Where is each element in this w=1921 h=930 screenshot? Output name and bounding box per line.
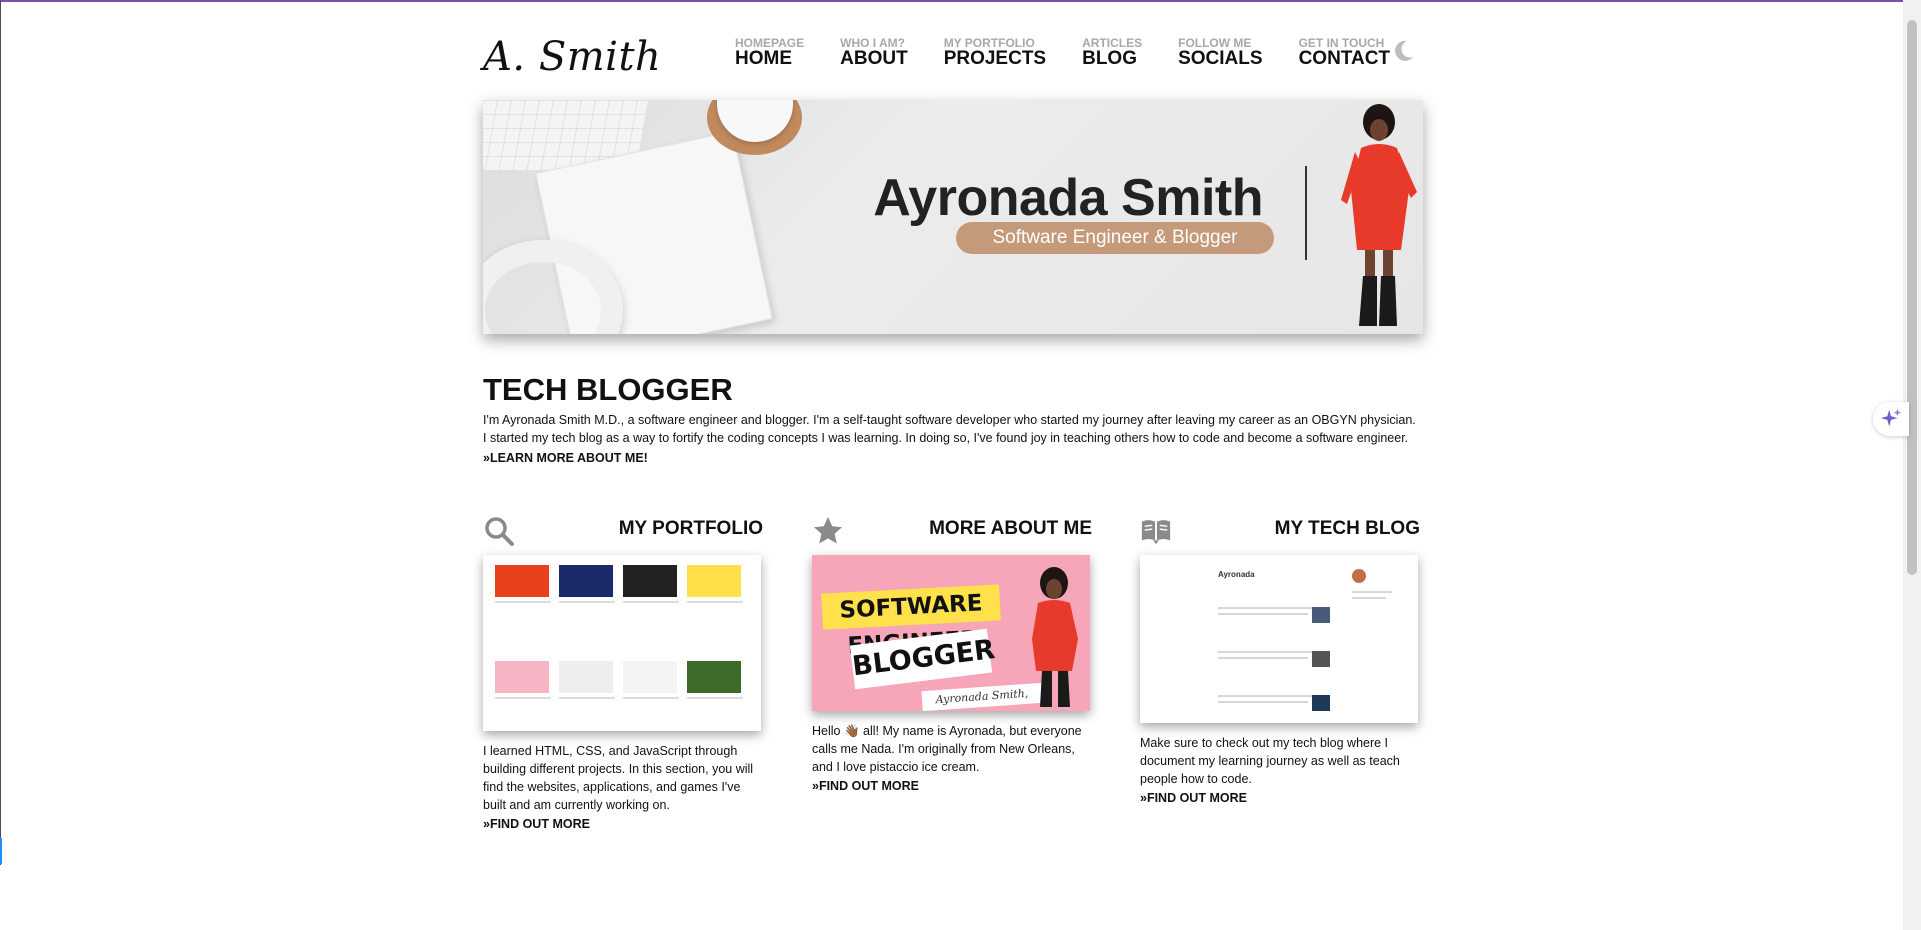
blog-thumb-image [1312,695,1330,711]
project-caption [559,601,615,623]
nav-label: SOCIALS [1178,48,1263,69]
about-thumb-line1: SOFTWARE ENGINEER [821,584,1001,659]
hero-banner: Ayronada Smith Software Engineer & Blogg… [483,100,1423,334]
card-title: MY PORTFOLIO [618,518,763,539]
nav-label: PROJECTS [943,48,1047,69]
project-caption [687,601,743,623]
nav-item-blog[interactable]: ARTICLES BLOG [1082,37,1142,69]
portfolio-find-out-more-link[interactable]: »FIND OUT MORE [483,817,763,831]
nav-item-projects[interactable]: MY PORTFOLIO PROJECTS [944,37,1046,69]
star-icon [814,517,842,544]
blog-thumb-heading: Ayronada [1218,570,1255,579]
blog-find-out-more-link[interactable]: »FIND OUT MORE [1140,791,1420,805]
card-description: Hello 👋🏾 all! My name is Ayronada, but e… [812,724,1082,774]
card-description: Make sure to check out my tech blog wher… [1140,736,1400,786]
project-caption [623,697,679,719]
book-open-icon [1141,520,1171,545]
learn-more-link[interactable]: »LEARN MORE ABOUT ME! [483,451,648,465]
nav-label: BLOG [1082,48,1137,69]
project-caption [687,697,743,719]
blog-thumbnail[interactable]: Ayronada [1140,555,1418,723]
nav-item-contact[interactable]: GET IN TOUCH CONTACT [1299,37,1390,69]
moon-icon[interactable] [1390,38,1416,64]
card-title: MORE ABOUT ME [929,518,1092,539]
project-tile [687,565,741,597]
card-description: I learned HTML, CSS, and JavaScript thro… [483,744,754,812]
card-header: MY PORTFOLIO [483,510,763,550]
blog-card: MY TECH BLOG Ayronada Make sure to check… [1140,510,1420,805]
blog-thumb-line [1218,613,1308,615]
blog-thumb-image [1312,607,1330,623]
nav-label: ABOUT [840,48,908,69]
about-thumbnail[interactable]: SOFTWARE ENGINEER BLOGGER Ayronada Smith… [812,555,1090,711]
sparkle-icon [1880,408,1902,427]
hero-tagline: Software Engineer & Blogger [956,222,1274,254]
site-logo[interactable]: A. Smith [483,34,661,80]
left-edge-line [0,0,1,865]
about-card: MORE ABOUT ME SOFTWARE ENGINEER BLOGGER … [812,510,1092,793]
project-caption [495,601,551,623]
intro-text: I'm Ayronada Smith M.D., a software engi… [483,413,1416,445]
project-tile [559,565,613,597]
nav-item-socials[interactable]: FOLLOW ME SOCIALS [1178,37,1262,69]
portfolio-thumbnail[interactable] [483,555,761,731]
page-scrollbar[interactable] [1903,0,1921,930]
project-caption [623,601,679,623]
hero-divider [1305,166,1307,260]
project-tile [495,661,549,693]
top-accent-line [0,0,1921,2]
search-icon [485,517,514,546]
project-tile [559,661,613,693]
project-tile [495,565,549,597]
card-title: MY TECH BLOG [1274,518,1420,539]
blog-thumb-line [1218,701,1308,703]
blog-thumb-line [1352,591,1392,593]
about-find-out-more-link[interactable]: »FIND OUT MORE [812,779,1092,793]
project-tile [623,565,677,597]
nav-label: HOME [735,48,792,69]
sparkle-assistant-button[interactable] [1873,402,1909,436]
scrollbar-thumb[interactable] [1907,20,1917,575]
blog-thumb-line [1352,597,1386,599]
card-header: MORE ABOUT ME [812,510,1092,550]
blog-thumb-avatar [1352,569,1366,583]
intro-title: TECH BLOGGER [483,372,733,407]
blog-thumb-line [1218,657,1308,659]
hero-name: Ayronada Smith [873,169,1263,227]
project-caption [559,697,615,719]
hero-portrait [1341,104,1417,326]
project-tile [687,661,741,693]
portfolio-card: MY PORTFOLIO I learned HTML, CSS, and Ja… [483,510,763,831]
nav-item-home[interactable]: HOMEPAGE HOME [735,37,804,69]
left-edge-marker [0,838,2,864]
project-tile [623,661,677,693]
nav-item-about[interactable]: WHO I AM? ABOUT [840,37,908,69]
main-nav: HOMEPAGE HOME WHO I AM? ABOUT MY PORTFOL… [735,37,1426,69]
about-thumb-portrait [1032,567,1078,707]
blog-thumb-image [1312,651,1330,667]
card-header: MY TECH BLOG [1140,510,1420,550]
nav-label: CONTACT [1298,48,1391,69]
project-caption [495,697,551,719]
